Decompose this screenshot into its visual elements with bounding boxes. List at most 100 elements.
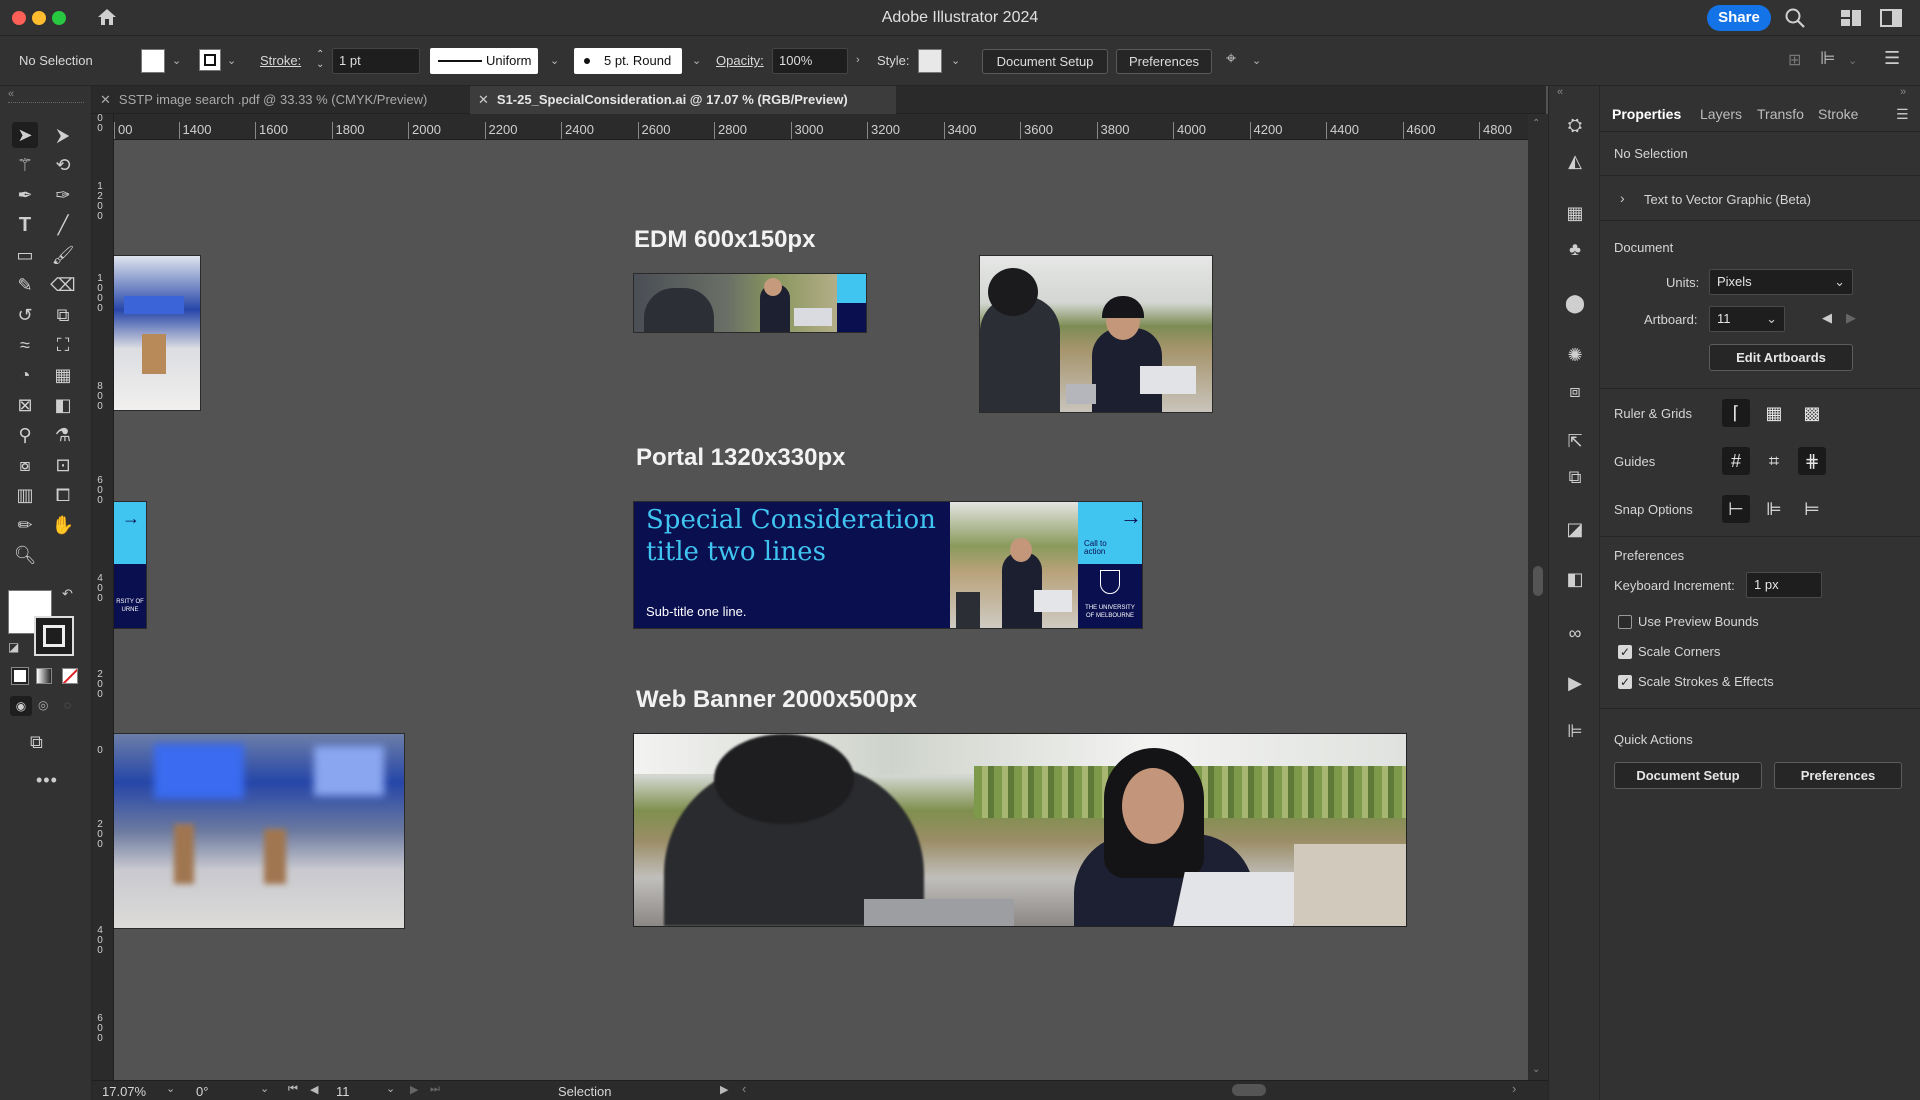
collapse-panels-icon[interactable]: « bbox=[1557, 86, 1563, 98]
symbols-icon[interactable]: ♣ bbox=[1562, 236, 1588, 262]
chevron-down-icon[interactable]: ⌄ bbox=[550, 56, 560, 67]
scale-strokes-checkbox[interactable]: ✓ bbox=[1618, 675, 1632, 689]
chevron-down-icon[interactable]: ⌄ bbox=[227, 56, 237, 67]
column-graph-tool-icon[interactable]: ▥ bbox=[12, 482, 38, 508]
links-icon[interactable]: ∞ bbox=[1562, 620, 1588, 646]
zoom-level[interactable]: 17.07% bbox=[102, 1084, 146, 1099]
perspective-guides-icon[interactable]: ⋕ bbox=[1798, 447, 1826, 475]
stroke-stepper[interactable]: ⌃ ⌄ bbox=[316, 50, 324, 70]
curvature-tool-icon[interactable]: ✑ bbox=[50, 182, 76, 208]
type-tool-icon[interactable]: T bbox=[12, 212, 38, 238]
chevron-right-icon[interactable]: › bbox=[1512, 1081, 1516, 1096]
search-icon[interactable] bbox=[1784, 7, 1806, 29]
chevron-right-icon[interactable]: › bbox=[856, 55, 866, 66]
portal-artboard[interactable]: Special Consideration title two lines Su… bbox=[634, 502, 1142, 628]
panel-menu-icon[interactable]: ☰ bbox=[1884, 48, 1900, 69]
swatches-icon[interactable]: ▦ bbox=[1562, 200, 1588, 226]
graphic-styles-icon[interactable]: ⧈ bbox=[1562, 378, 1588, 404]
preferences-button[interactable]: Preferences bbox=[1774, 762, 1902, 789]
chevron-down-icon[interactable]: ⌄ bbox=[260, 1082, 269, 1095]
scale-corners-checkbox[interactable]: ✓ bbox=[1618, 645, 1632, 659]
align-icon[interactable]: ⊞ bbox=[1788, 50, 1801, 70]
snap-to-glyph-icon[interactable]: ⊨ bbox=[1798, 495, 1826, 523]
default-fill-stroke-icon[interactable]: ◪ bbox=[8, 640, 19, 654]
variable-width-profile[interactable]: Uniform bbox=[430, 48, 538, 74]
brush-definition[interactable]: 5 pt. Round bbox=[574, 48, 682, 74]
workspace-switcher-icon[interactable] bbox=[1840, 9, 1862, 27]
vertical-ruler[interactable]: 00120010008006004002000200400600800 bbox=[92, 114, 114, 1080]
draw-normal-icon[interactable]: ◉ bbox=[10, 696, 32, 716]
edm-image-artboard[interactable] bbox=[980, 256, 1212, 412]
last-artboard-icon[interactable]: ⏭ bbox=[430, 1083, 440, 1096]
units-select[interactable]: Pixels ⌄ bbox=[1709, 269, 1853, 295]
next-artboard-icon[interactable]: ▶ bbox=[410, 1083, 418, 1096]
partial-artboard-cta[interactable]: → RSITY OF URNE bbox=[114, 502, 146, 628]
fill-swatch[interactable] bbox=[141, 49, 165, 73]
blend-tool-icon[interactable]: ⧇ bbox=[12, 452, 38, 478]
measure-tool-icon[interactable]: ⚗ bbox=[50, 422, 76, 448]
rotate-tool-icon[interactable]: ↺ bbox=[12, 302, 38, 328]
tab-layers[interactable]: Layers bbox=[1700, 106, 1742, 122]
tab-stroke[interactable]: Stroke bbox=[1818, 106, 1858, 122]
opacity-input[interactable]: 100% bbox=[772, 48, 848, 74]
chevron-down-icon[interactable]: ⌄ bbox=[166, 1082, 175, 1095]
shaper-tool-icon[interactable]: ✎ bbox=[12, 272, 38, 298]
status-menu-icon[interactable]: ▶ bbox=[720, 1083, 728, 1096]
use-preview-bounds-checkbox[interactable] bbox=[1618, 615, 1632, 629]
tab-transform[interactable]: Transfo bbox=[1757, 106, 1804, 122]
next-artboard-icon[interactable]: ▶ bbox=[1846, 310, 1856, 326]
pathfinder-icon[interactable]: ◪ bbox=[1562, 516, 1588, 542]
lasso-tool-icon[interactable]: ⟲ bbox=[50, 152, 76, 178]
distribute-icon[interactable]: ⊫ bbox=[1820, 48, 1836, 69]
slice-tool-icon[interactable]: ✏ bbox=[12, 512, 38, 538]
perspective-grid-tool-icon[interactable]: ▦ bbox=[50, 362, 76, 388]
artboards-icon[interactable]: ⧉ bbox=[1562, 464, 1588, 490]
snap-to-pixel-icon[interactable]: ⊫ bbox=[1760, 495, 1788, 523]
previous-artboard-icon[interactable]: ◀ bbox=[310, 1083, 318, 1096]
gradient-tool-icon[interactable]: ◧ bbox=[50, 392, 76, 418]
shape-builder-tool-icon[interactable]: ◔ bbox=[12, 362, 38, 388]
artboard-number[interactable]: 11 bbox=[336, 1084, 350, 1099]
image-trace-icon[interactable]: ◭ bbox=[1562, 148, 1588, 174]
paintbrush-tool-icon[interactable]: 🖌 bbox=[50, 242, 76, 268]
text-to-vector-section[interactable]: Text to Vector Graphic (Beta) bbox=[1644, 192, 1811, 207]
transparency-grid-icon[interactable]: ▩ bbox=[1798, 399, 1826, 427]
tab-properties[interactable]: Properties bbox=[1612, 106, 1681, 122]
previous-artboard-icon[interactable]: ◀ bbox=[1822, 310, 1832, 326]
symbol-sprayer-tool-icon[interactable]: ⊡ bbox=[50, 452, 76, 478]
keyboard-increment-input[interactable]: 1 px bbox=[1746, 572, 1822, 598]
width-tool-icon[interactable]: ≈ bbox=[12, 332, 38, 358]
chevron-down-icon[interactable]: ⌄ bbox=[1252, 56, 1262, 67]
guides-icon[interactable]: # bbox=[1722, 447, 1750, 475]
document-setup-button[interactable]: Document Setup bbox=[982, 49, 1108, 74]
collapse-toolbar-icon[interactable]: « bbox=[8, 88, 14, 100]
mesh-tool-icon[interactable]: ⊠ bbox=[12, 392, 38, 418]
artboard-select[interactable]: 11 ⌄ bbox=[1709, 306, 1785, 332]
horizontal-scroll-thumb[interactable] bbox=[1232, 1084, 1266, 1096]
document-tab-active[interactable]: ✕ S1-25_SpecialConsideration.ai @ 17.07 %… bbox=[470, 86, 896, 114]
stroke-label[interactable]: Stroke: bbox=[260, 53, 301, 68]
line-tool-icon[interactable]: ╱ bbox=[50, 212, 76, 238]
panel-layout-icon[interactable] bbox=[1880, 9, 1902, 27]
chevron-down-icon[interactable]: ⌄ bbox=[1848, 56, 1858, 67]
chevron-down-icon[interactable]: ⌄ bbox=[692, 56, 702, 67]
export-icon[interactable]: ⇱ bbox=[1562, 428, 1588, 454]
partial-artboard-large-office[interactable] bbox=[114, 734, 404, 928]
edm-artboard[interactable] bbox=[634, 274, 866, 332]
actions-icon[interactable]: ▶ bbox=[1562, 670, 1588, 696]
scale-tool-icon[interactable]: ⧉ bbox=[50, 302, 76, 328]
chevron-down-icon[interactable]: ⌄ bbox=[951, 56, 961, 67]
appearance-icon[interactable]: ⬤ bbox=[1562, 290, 1588, 316]
first-artboard-icon[interactable]: ⏮ bbox=[288, 1083, 298, 1096]
opacity-label[interactable]: Opacity: bbox=[716, 53, 764, 68]
draw-behind-icon[interactable]: ◎ bbox=[38, 698, 48, 712]
snap-to-point-icon[interactable]: ⊢ bbox=[1722, 495, 1750, 523]
arrange-documents-icon[interactable]: ⌖ bbox=[1226, 48, 1236, 69]
free-transform-tool-icon[interactable]: ⛶ bbox=[50, 332, 76, 358]
pen-tool-icon[interactable]: ✒ bbox=[12, 182, 38, 208]
artboard-tool-icon[interactable]: ⧠ bbox=[50, 482, 76, 508]
eraser-tool-icon[interactable]: ⌫ bbox=[50, 272, 76, 298]
stroke-weight-input[interactable]: 1 pt bbox=[332, 48, 420, 74]
color-mode-icon[interactable] bbox=[11, 667, 29, 685]
chevron-up-icon[interactable]: ⌃ bbox=[1532, 118, 1540, 129]
